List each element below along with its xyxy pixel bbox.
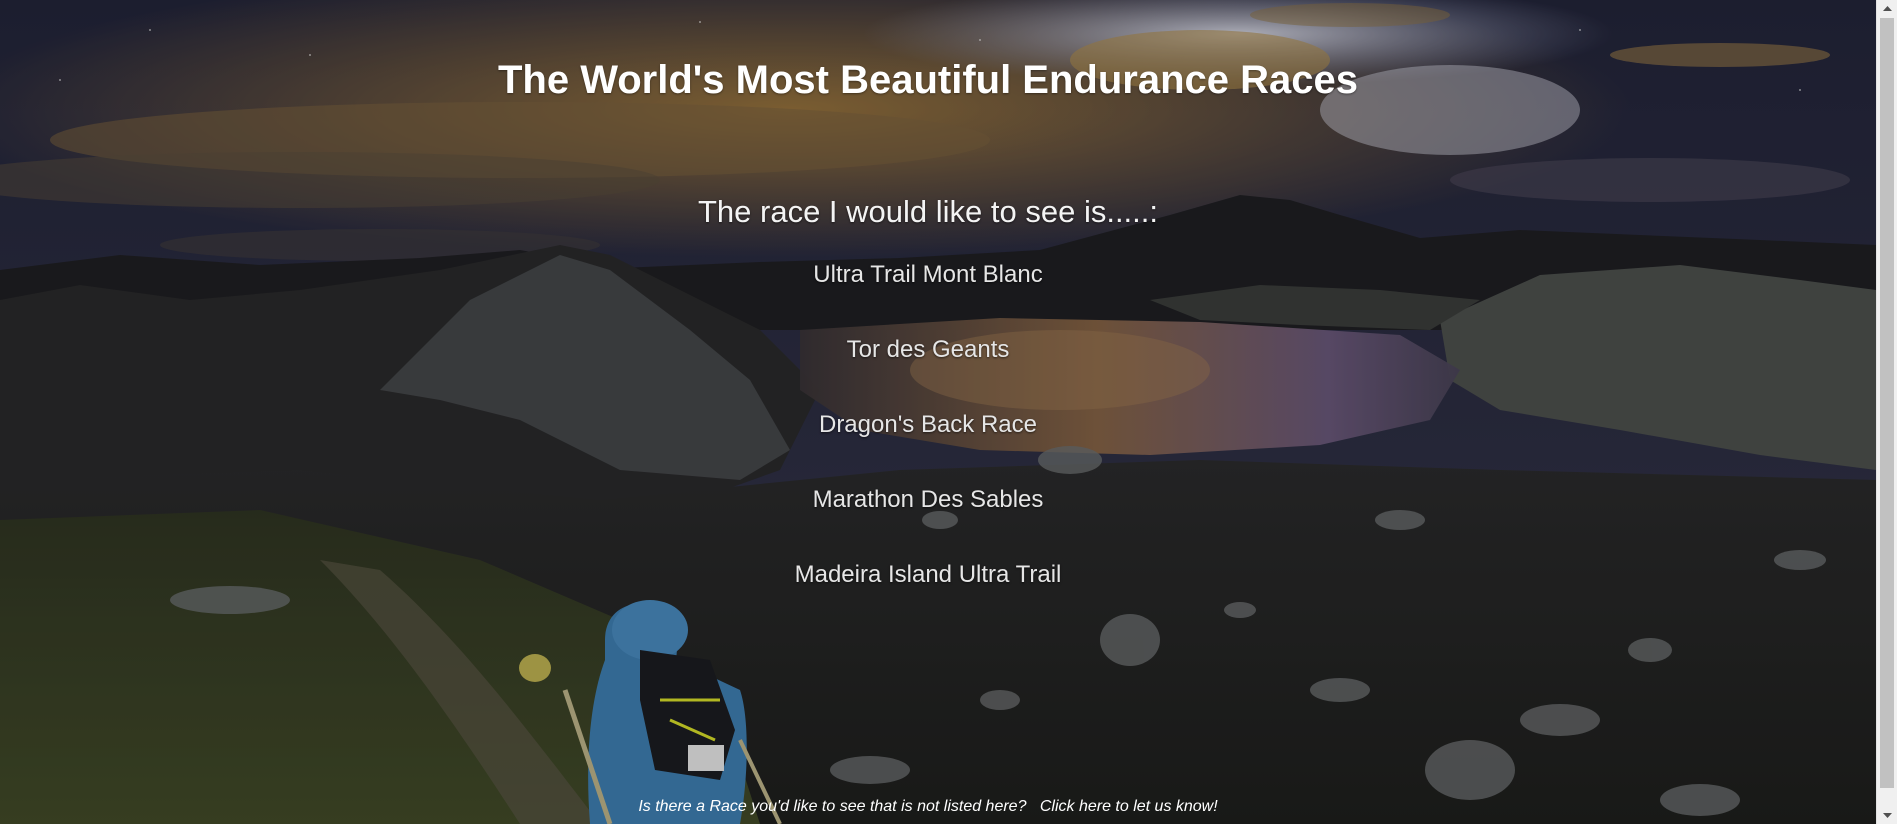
race-option-label: Marathon Des Sables	[812, 486, 1044, 513]
scroll-up-button[interactable]	[1877, 0, 1897, 17]
suggest-race-link[interactable]: Click here to let us know!	[1040, 798, 1218, 815]
page-content: The World's Most Beautiful Endurance Rac…	[0, 0, 1876, 824]
race-list: Ultra Trail Mont Blanc Tor des Geants Dr…	[0, 260, 1856, 635]
race-option-tor-des-geants[interactable]: Tor des Geants	[0, 335, 1856, 410]
footer-question: Is there a Race you'd like to see that i…	[638, 798, 1027, 815]
race-option-madeira-island-ultra-trail[interactable]: Madeira Island Ultra Trail	[0, 560, 1856, 635]
vertical-scrollbar[interactable]	[1876, 0, 1897, 824]
race-option-ultra-trail-mont-blanc[interactable]: Ultra Trail Mont Blanc	[0, 260, 1856, 335]
scroll-thumb[interactable]	[1880, 18, 1894, 788]
browser-viewport: The World's Most Beautiful Endurance Rac…	[0, 0, 1897, 824]
race-option-label: Ultra Trail Mont Blanc	[813, 261, 1043, 288]
triangle-up-icon	[1882, 6, 1892, 11]
race-option-dragons-back-race[interactable]: Dragon's Back Race	[0, 410, 1856, 485]
race-option-label: Dragon's Back Race	[818, 411, 1037, 438]
race-option-marathon-des-sables[interactable]: Marathon Des Sables	[0, 485, 1856, 560]
scroll-down-button[interactable]	[1877, 807, 1897, 824]
triangle-down-icon	[1882, 813, 1892, 818]
page-title: The World's Most Beautiful Endurance Rac…	[497, 58, 1359, 102]
race-prompt: The race I would like to see is.....:	[697, 194, 1159, 229]
race-option-label: Tor des Geants	[846, 336, 1010, 363]
footer-note: Is there a Race you'd like to see that i…	[0, 798, 1856, 816]
race-option-label: Madeira Island Ultra Trail	[794, 561, 1062, 588]
